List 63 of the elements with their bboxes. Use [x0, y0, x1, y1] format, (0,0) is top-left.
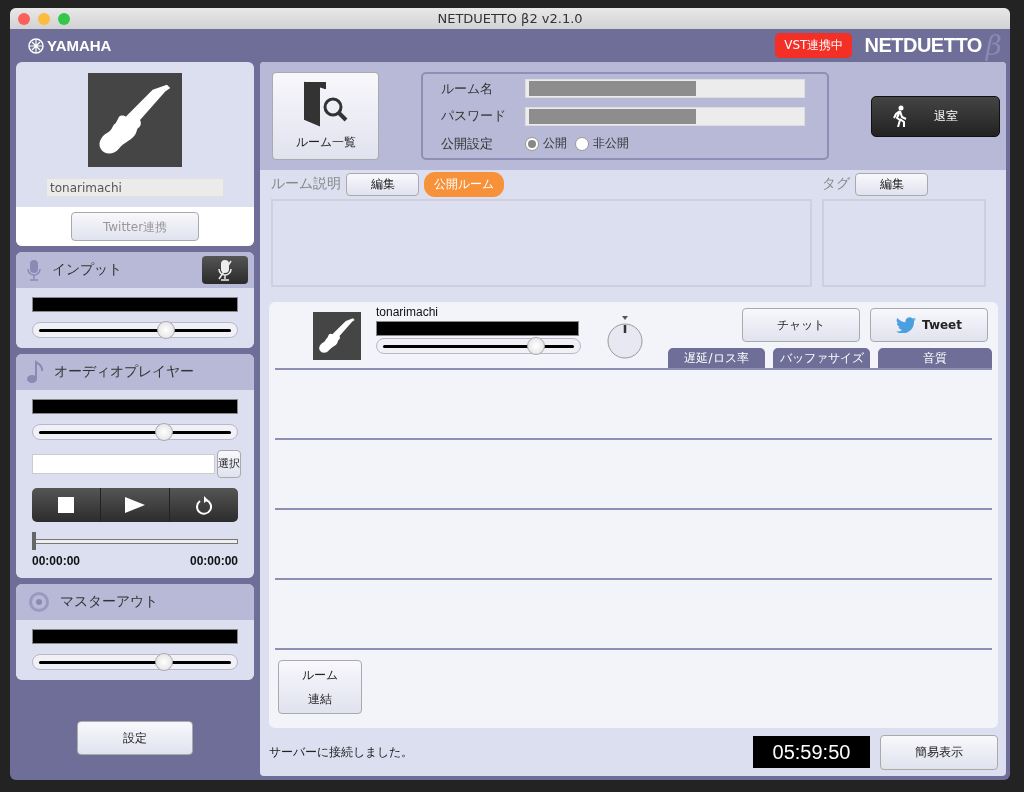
volume-slider[interactable] [376, 338, 581, 354]
volume-slider[interactable] [32, 654, 238, 670]
total-time: 00:00:00 [189, 554, 238, 568]
walking-person-icon [891, 105, 908, 127]
mic-icon [26, 259, 42, 281]
music-note-icon [26, 360, 44, 384]
status-message: サーバーに接続しました。 [269, 743, 414, 761]
chat-button[interactable]: チャット [742, 308, 860, 342]
edit-button[interactable]: 編集 [346, 172, 419, 196]
window-title: NETDUETTO β2 v2.1.0 [437, 11, 583, 27]
section-title: マスターアウト [60, 593, 159, 611]
member-name: tonarimachi [376, 305, 440, 319]
column-header: 遅延/ロス率 [668, 348, 765, 368]
radio-button[interactable] [575, 136, 590, 151]
leave-room-button[interactable]: 退室 [870, 95, 1000, 137]
elapsed-time: 00:00:00 [32, 554, 81, 568]
seek-handle[interactable] [32, 532, 36, 550]
section-title: インプット [52, 261, 123, 279]
slider-thumb[interactable] [154, 423, 173, 441]
play-icon [125, 497, 145, 513]
user-name-field[interactable]: tonarimachi [46, 178, 224, 197]
room-list-button[interactable]: ルーム一覧 [272, 72, 380, 160]
product-logo: NETDUETTO [864, 34, 982, 58]
visibility-radio[interactable]: 公開 [525, 135, 568, 153]
compact-view-button[interactable]: 簡易表示 [880, 734, 998, 770]
settings-button[interactable]: 設定 [77, 721, 193, 755]
tweet-button[interactable]: Tweet [870, 308, 988, 342]
section-label: ルーム説明 [271, 175, 341, 193]
password-field[interactable] [525, 107, 805, 126]
speaker-icon [26, 590, 50, 614]
room-name-field[interactable] [525, 79, 805, 99]
edit-button[interactable]: 編集 [855, 172, 929, 196]
field-label: 公開設定 [441, 134, 495, 153]
zoom-button[interactable] [58, 12, 70, 25]
section-title: オーディオプレイヤー [54, 363, 195, 381]
select-button[interactable]: 選択 [217, 450, 241, 478]
pan-knob[interactable] [606, 316, 644, 360]
session-timer: 05:59:50 [753, 736, 870, 768]
close-button[interactable] [18, 12, 30, 25]
door-search-icon [302, 81, 349, 127]
slider-thumb[interactable] [526, 337, 545, 355]
section-label: タグ [822, 175, 851, 193]
mute-button[interactable] [202, 256, 248, 284]
stop-icon [58, 497, 74, 513]
visibility-radio[interactable]: 非公開 [575, 135, 630, 153]
radio-button[interactable] [525, 136, 540, 151]
mic-muted-icon [217, 259, 233, 281]
column-header: バッファサイズ [773, 348, 870, 368]
volume-slider[interactable] [32, 424, 238, 440]
slider-thumb[interactable] [156, 321, 175, 339]
room-connect-button[interactable]: ルーム 連結 [278, 660, 362, 714]
column-header: 音質 [878, 348, 992, 368]
public-room-badge: 公開ルーム [424, 171, 504, 197]
repeat-icon [195, 495, 213, 515]
vst-status-badge: VST連携中 [775, 33, 853, 59]
slider-thumb[interactable] [154, 653, 173, 671]
field-label: パスワード [441, 107, 508, 126]
yamaha-logo: YAMAHA [28, 37, 112, 55]
bird-icon [896, 317, 916, 333]
seek-bar[interactable] [32, 532, 238, 550]
field-label: ルーム名 [441, 79, 495, 98]
volume-slider[interactable] [32, 322, 238, 338]
file-path-field[interactable] [32, 454, 215, 474]
